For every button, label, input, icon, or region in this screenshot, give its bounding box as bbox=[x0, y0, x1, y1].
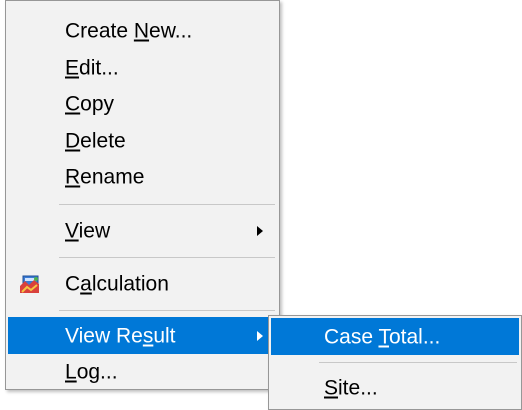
menu-item-site[interactable]: Site... bbox=[271, 369, 519, 406]
menu-item-label: Log... bbox=[65, 360, 118, 383]
menu-item-view-result[interactable]: View Result bbox=[8, 317, 277, 354]
menu-item-rename[interactable]: Rename bbox=[8, 158, 277, 195]
menu-separator bbox=[59, 310, 275, 311]
menu-item-label: View bbox=[65, 219, 111, 242]
menu-item-label: Rename bbox=[65, 165, 145, 188]
view-result-submenu: Case Total... Site... bbox=[268, 315, 522, 410]
menu-item-delete[interactable]: Delete bbox=[8, 122, 277, 159]
submenu-arrow-icon bbox=[257, 225, 263, 236]
menu-separator bbox=[59, 204, 275, 205]
menu-item-copy[interactable]: Copy bbox=[8, 85, 277, 122]
menu-separator bbox=[59, 257, 275, 258]
menu-item-label: Calculation bbox=[65, 272, 169, 295]
menu-item-label: Site... bbox=[324, 376, 378, 399]
menu-item-edit[interactable]: Edit... bbox=[8, 49, 277, 86]
menu-item-view[interactable]: View bbox=[8, 212, 277, 249]
context-menu: Create New... Edit... Copy Delete Rename… bbox=[5, 0, 280, 390]
menu-item-label: Create New... bbox=[65, 19, 193, 42]
menu-item-label: Delete bbox=[65, 129, 126, 152]
menu-item-case-total[interactable]: Case Total... bbox=[271, 318, 519, 355]
menu-item-calculation[interactable]: Calculation bbox=[8, 265, 277, 302]
menu-item-create-new[interactable]: Create New... bbox=[8, 12, 277, 49]
menu-item-label: Copy bbox=[65, 92, 115, 115]
menu-item-label: View Result bbox=[65, 324, 176, 347]
calculation-icon bbox=[20, 275, 39, 293]
menu-item-log[interactable]: Log... bbox=[8, 353, 277, 390]
submenu-arrow-icon bbox=[257, 330, 263, 341]
menu-item-label: Case Total... bbox=[324, 325, 441, 348]
menu-item-label: Edit... bbox=[65, 56, 119, 79]
menu-separator bbox=[319, 362, 517, 363]
